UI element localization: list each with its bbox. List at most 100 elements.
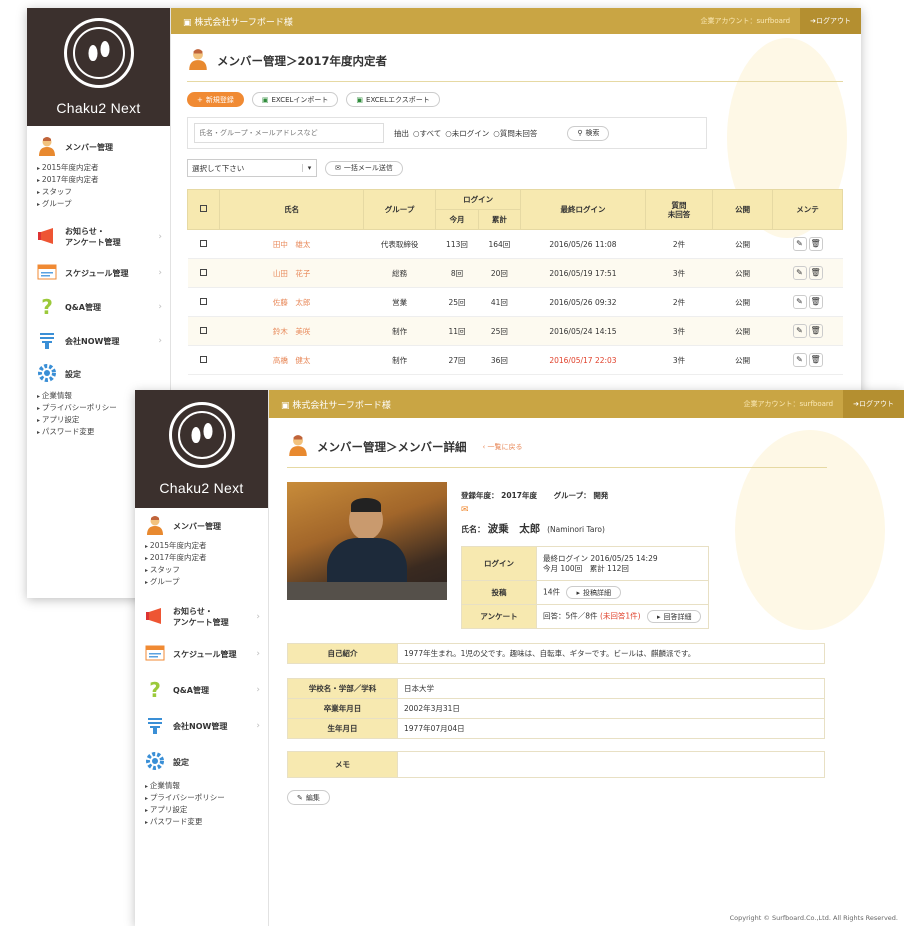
sidebar-item-privacy[interactable]: プライバシーポリシー [145,792,268,804]
sidebar-item-qa[interactable]: ? Q&A管理 › [27,290,170,324]
account-label[interactable]: 企業アカウント：surfboard [700,16,800,26]
cell-name-text[interactable]: 山田 花子 [273,269,311,278]
logout-button[interactable]: ➔ ログアウト [800,8,861,34]
logout-button[interactable]: ➔ ログアウト [843,390,904,418]
member-submenu: 2015年度内定者 2017年度内定者 スタッフ グループ [135,540,268,588]
chevron-right-icon: › [256,721,260,731]
excel-export-button[interactable]: ▣ EXCELエクスポート [346,92,440,107]
filter-group: 抽出 ○すべて ○未ログイン ○質問未回答 [394,128,537,139]
name-label: 氏名： [461,525,485,534]
sidebar-item-2017[interactable]: 2017年度内定者 [145,552,268,564]
cell-total: 36回 [478,345,521,375]
header-group[interactable]: グループ [362,189,437,230]
cell-name-text[interactable]: 鈴木 美咲 [273,327,311,336]
mail-icon[interactable]: ✉ [461,505,827,515]
account-label[interactable]: 企業アカウント：surfboard [743,399,843,409]
edit-icon[interactable]: ✎ [792,295,807,309]
logout-label: ログアウト [816,17,851,25]
trash-icon[interactable]: 🗑 [808,237,823,251]
header-name[interactable]: 氏名 [219,189,364,230]
app-name: Chaku2 Next [56,100,141,116]
cell-group: 制作 [363,316,436,346]
post-detail-label: 投稿詳細 [582,588,611,597]
sidebar-item-group[interactable]: グループ [37,198,170,210]
new-member-button[interactable]: + 新規登録 [187,92,244,107]
sidebar-item-settings[interactable]: 設定 [27,358,170,390]
sidebar-item-now[interactable]: 会社NOW管理 › [27,324,170,358]
group-select[interactable]: 選択して下さい ▾ [187,159,317,177]
sidebar-item-app[interactable]: アプリ設定 [145,804,268,816]
cell-name-text[interactable]: 田中 雄太 [273,240,311,249]
cell-last-login: 2016/05/26 11:08 [520,229,646,259]
table-row[interactable]: 田中 雄太 代表取締役 113回 164回 2016/05/26 11:08 2件 公開 ✎ 🗑 [187,229,843,259]
sidebar-member-label: メンバー管理 [173,521,221,531]
bulk-mail-button[interactable]: ✉ 一括メール送信 [325,160,403,176]
trash-icon[interactable]: 🗑 [808,353,823,367]
sidebar-item-notice[interactable]: お知らせ・ アンケート管理 › [27,218,170,256]
filter-all-radio[interactable]: ○すべて [413,128,441,139]
search-input[interactable] [194,123,384,143]
edit-icon[interactable]: ✎ [792,237,807,251]
row-checkbox[interactable] [200,297,208,305]
sidebar-item-2017[interactable]: 2017年度内定者 [37,174,170,186]
cell-total-text: 164回 [488,239,511,249]
row-checkbox[interactable] [200,355,208,363]
sidebar-item-2015[interactable]: 2015年度内定者 [145,540,268,552]
cell-public-text: 公開 [735,326,751,336]
edit-icon[interactable]: ✎ [792,324,807,338]
sidebar-item-now[interactable]: 会社NOW管理 › [135,708,268,744]
edit-icon[interactable]: ✎ [792,266,807,280]
edit-icon[interactable]: ✎ [792,353,807,367]
post-detail-button[interactable]: ▸ 投稿詳細 [566,586,621,599]
question-icon: ? [149,678,161,702]
sidebar-item-staff[interactable]: スタッフ [37,186,170,198]
page-title-text: メンバー管理＞メンバー詳細 [317,439,467,454]
trash-icon[interactable]: 🗑 [808,324,823,338]
search-button[interactable]: ⚲ 検索 [567,125,610,141]
sidebar-item-password[interactable]: パスワード変更 [145,816,268,828]
trash-icon[interactable]: 🗑 [808,266,823,280]
select-all-checkbox[interactable] [200,205,208,212]
excel-import-button[interactable]: ▣ EXCELインポート [251,92,339,107]
page-title: メンバー管理＞メンバー詳細 ‹ 一覧に戻る [287,434,827,459]
header-this-month[interactable]: 今月 [435,209,479,230]
filter-unlogged-radio[interactable]: ○未ログイン [445,128,489,139]
header-total[interactable]: 累計 [477,209,522,230]
filter-unanswered-radio[interactable]: ○質問未回答 [493,128,537,139]
header-public[interactable]: 公開 [712,189,774,230]
sidebar-item-schedule[interactable]: スケジュール管理 › [27,256,170,290]
row-checkbox[interactable] [200,268,208,276]
table-row[interactable]: 鈴木 美咲 制作 11回 25回 2016/05/24 14:15 3件 公開 ✎ 🗑 [187,316,843,346]
back-to-list-link[interactable]: ‹ 一覧に戻る [483,442,523,452]
brochure-stage: Chaku2 Next メンバー管理 2015年度内定者 2017年度内定者 ス… [0,0,904,926]
sidebar-item-settings[interactable]: 設定 [135,744,268,780]
intro-table: 自己紹介 1977年生まれ。1児の父です。趣味は、自転車、ギターです。ビールは、… [287,643,825,664]
sidebar-item-qa[interactable]: ? Q&A管理 › [135,672,268,708]
table-row[interactable]: 高橋 健太 制作 27回 36回 2016/05/17 22:03 3件 公開 ✎ 🗑 [187,345,843,375]
cell-name-text[interactable]: 高橋 健太 [273,356,311,365]
chevron-right-icon: › [256,685,260,695]
sidebar-item-member[interactable]: メンバー管理 [135,512,268,540]
header-unanswered[interactable]: 質問 未回答 [644,189,714,230]
sidebar-item-2015[interactable]: 2015年度内定者 [37,162,170,174]
row-checkbox[interactable] [200,326,208,334]
cell-name-text[interactable]: 佐藤 太郎 [273,298,311,307]
sidebar-item-member[interactable]: メンバー管理 [27,132,170,162]
table-row[interactable]: 山田 花子 総務 8回 20回 2016/05/19 17:51 3件 公開 ✎ 🗑 [187,258,843,288]
bulk-mail-label: 一括メール送信 [343,164,393,172]
header-last-login[interactable]: 最終ログイン [520,189,646,230]
sidebar-item-notice[interactable]: お知らせ・ アンケート管理 › [135,598,268,636]
edit-button[interactable]: ✎ 編集 [287,790,330,805]
sidebar-item-company[interactable]: 企業情報 [145,780,268,792]
profile-info: 登録年度： 2017年度 グループ： 開発 ✉ 氏名： 波乗 太郎 (Namin… [461,482,827,629]
survey-detail-button[interactable]: ▸ 回答詳細 [646,610,702,623]
new-member-label: 新規登録 [205,95,234,104]
cell-this-month: 11回 [435,316,479,346]
sidebar-item-staff[interactable]: スタッフ [145,564,268,576]
sidebar-item-schedule[interactable]: スケジュール管理 › [135,636,268,672]
trash-icon[interactable]: 🗑 [808,295,823,309]
memo-value[interactable] [397,751,825,778]
table-row[interactable]: 佐藤 太郎 営業 25回 41回 2016/05/26 09:32 2件 公開 ✎ 🗑 [187,287,843,317]
row-checkbox[interactable] [200,239,208,247]
sidebar-item-group[interactable]: グループ [145,576,268,588]
